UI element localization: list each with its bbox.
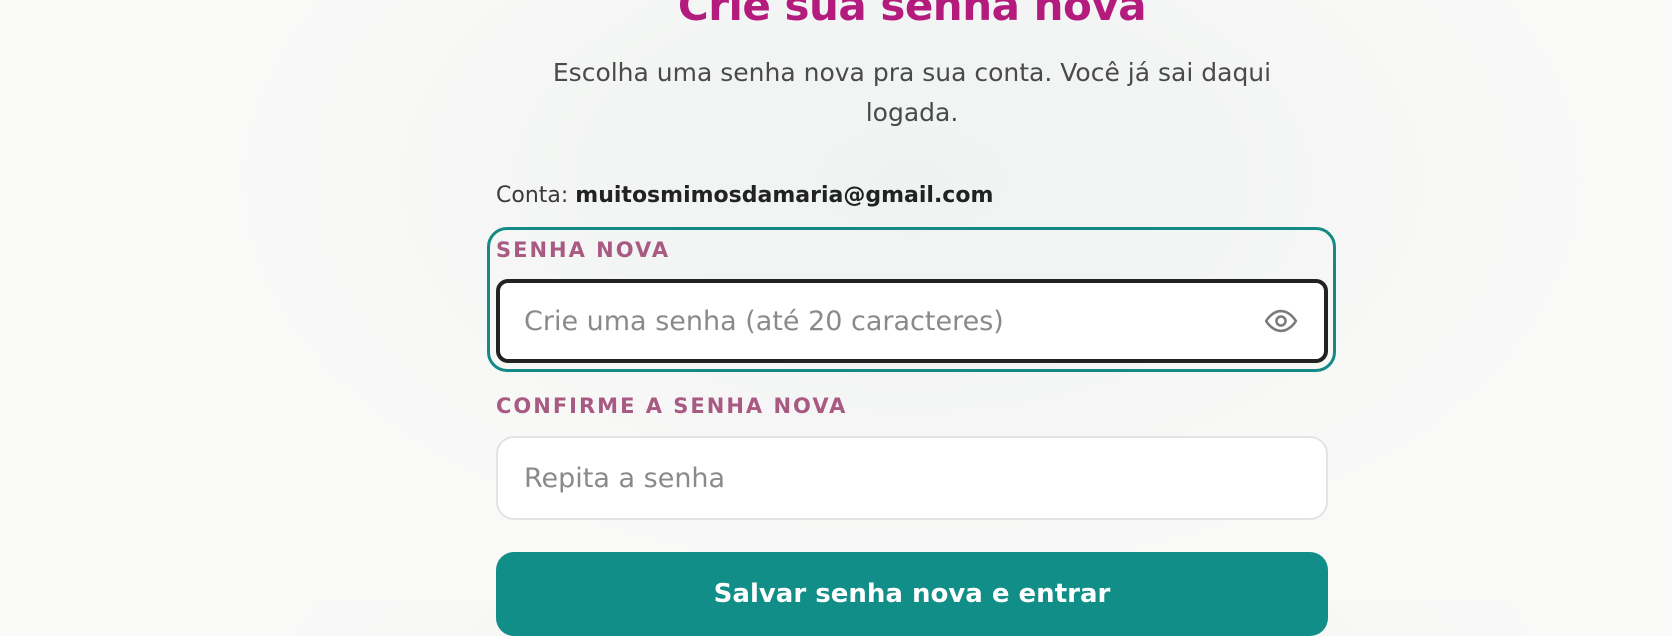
confirm-password-field[interactable] [496,436,1328,520]
page-subtitle: Escolha uma senha nova pra sua conta. Vo… [552,58,1272,127]
confirm-password-input[interactable] [498,438,1326,518]
save-password-button[interactable]: Salvar senha nova e entrar [496,552,1328,636]
account-info: Conta: muitosmimosdamaria@gmail.com [496,178,993,214]
new-password-input[interactable] [500,283,1324,359]
new-password-label: SENHA NOVA [496,238,671,262]
page-title: Crie sua senha nova [677,0,1147,30]
account-email: muitosmimosdamaria@gmail.com [575,183,994,208]
account-label: Conta: [496,183,569,208]
eye-icon[interactable] [1264,304,1298,338]
new-password-field[interactable] [496,279,1328,363]
confirm-password-label: CONFIRME A SENHA NOVA [496,394,848,418]
